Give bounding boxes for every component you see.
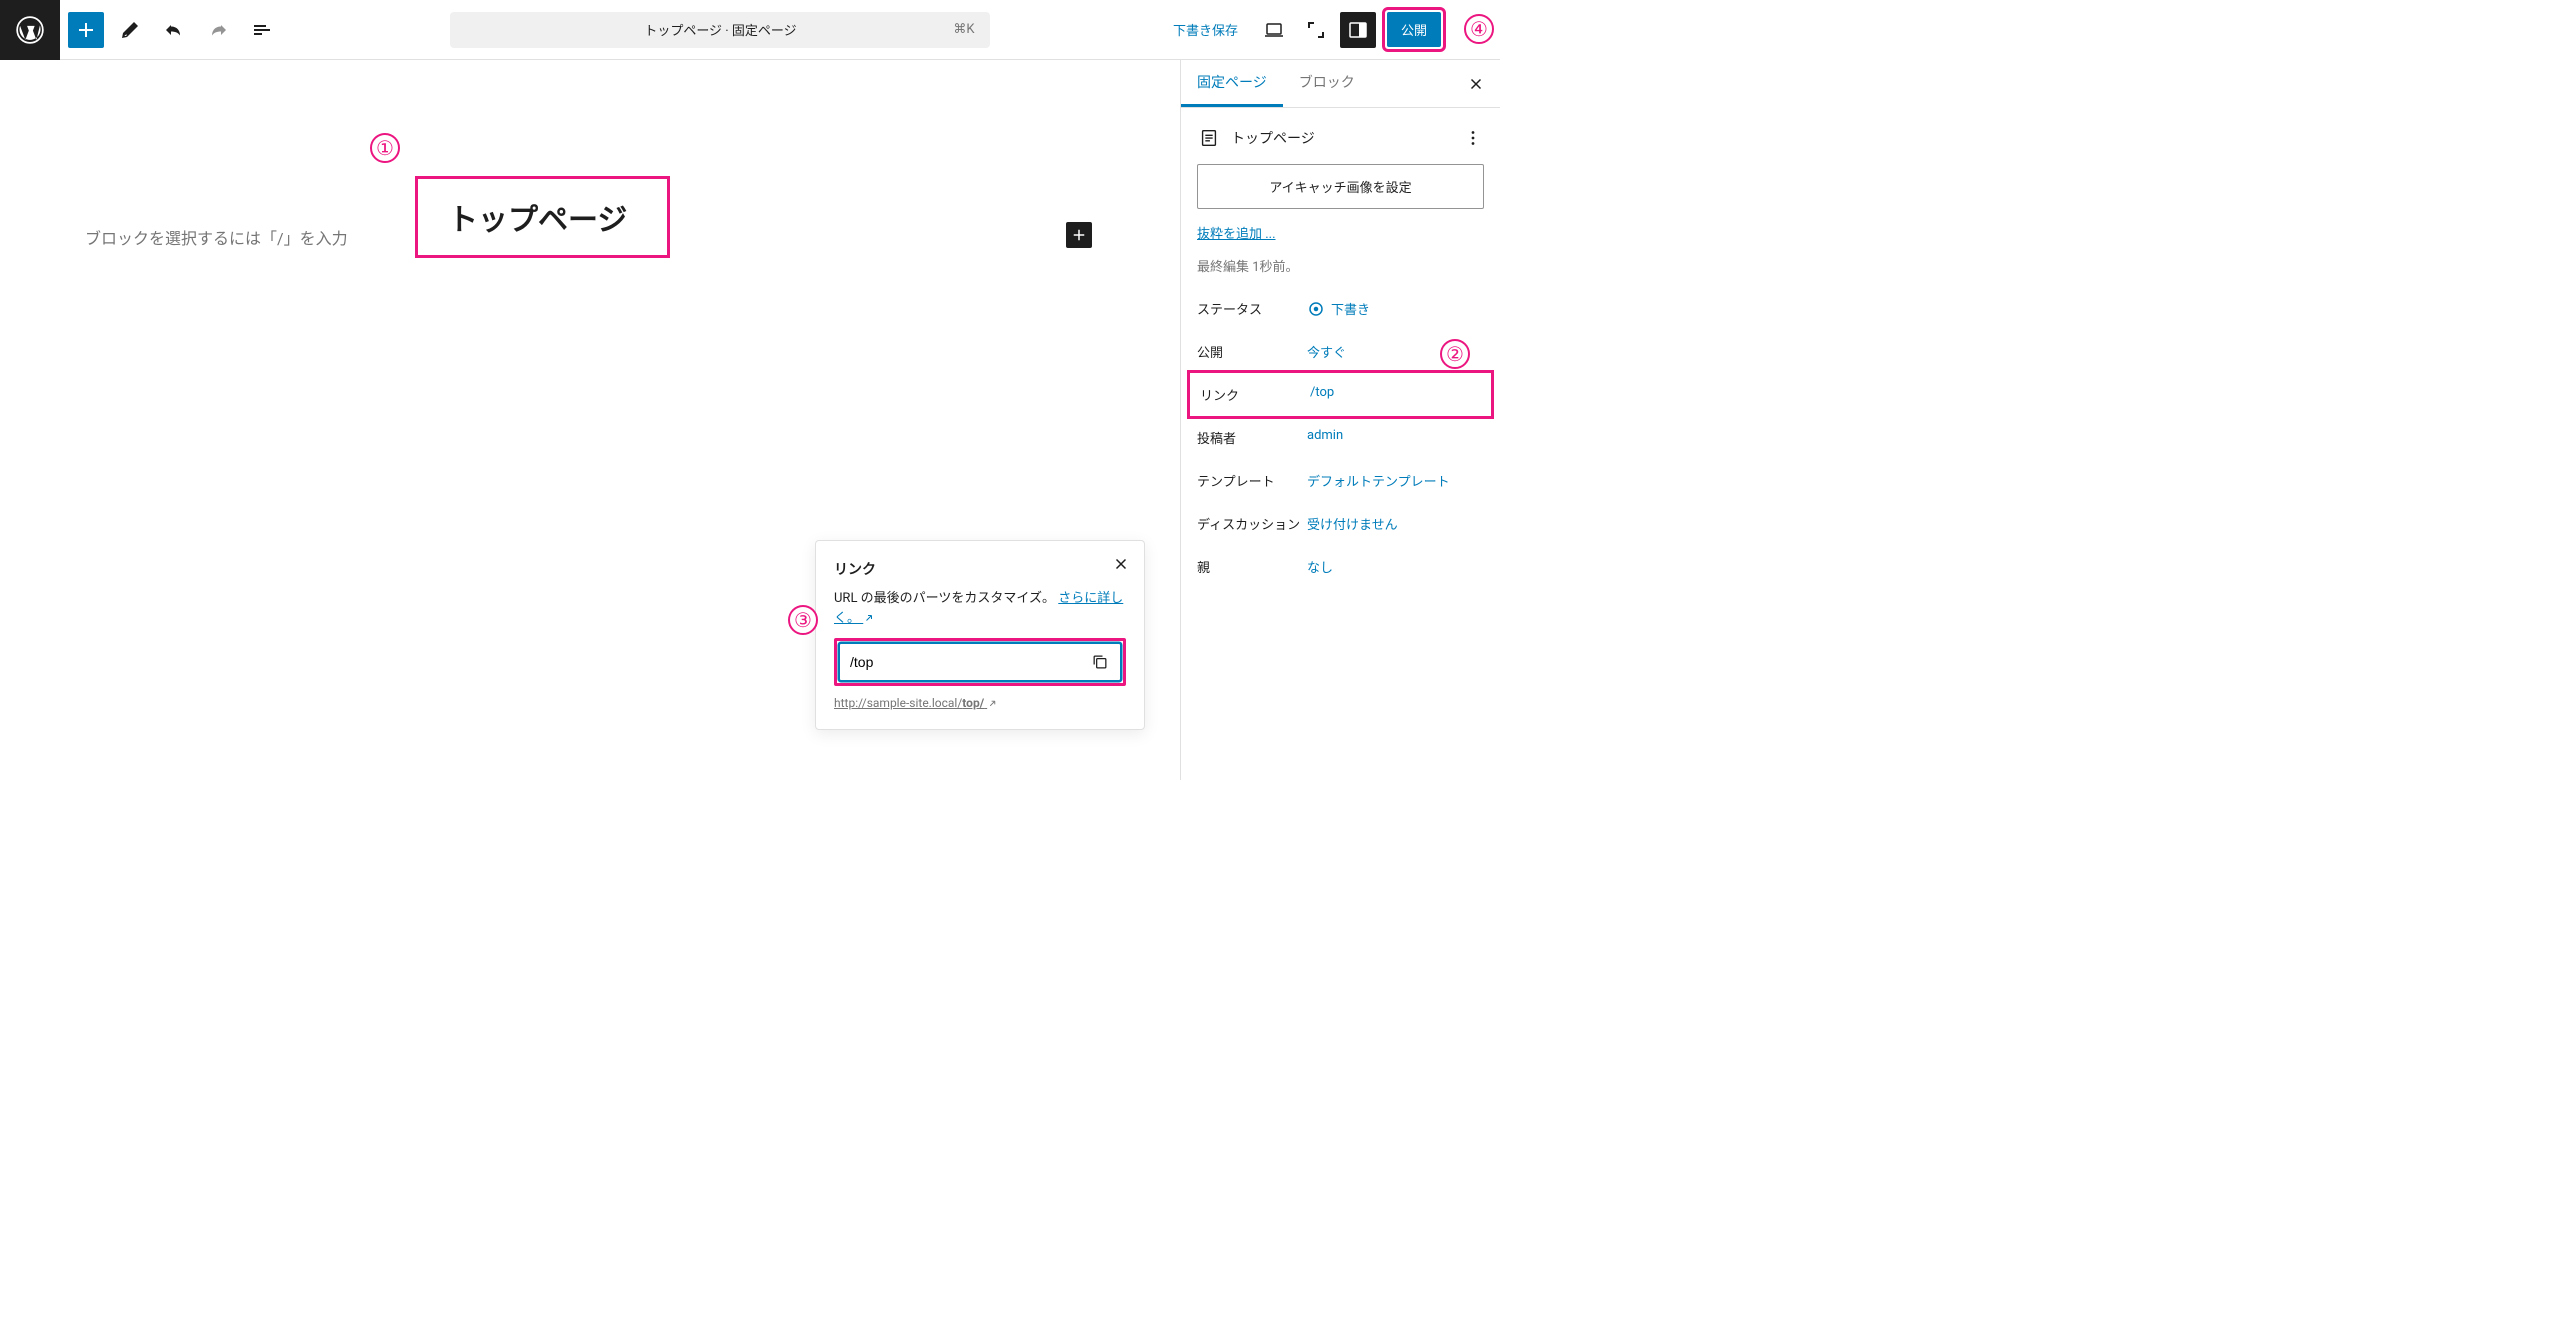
pencil-icon bbox=[118, 18, 142, 42]
meta-row-discussion[interactable]: ディスカッション 受け付けません bbox=[1197, 502, 1484, 545]
expand-icon bbox=[1304, 18, 1328, 42]
sidebar-icon bbox=[1346, 18, 1370, 42]
permalink-base: http://sample-site.local/ bbox=[834, 696, 962, 710]
add-excerpt-link[interactable]: 抜粋を追加 ... bbox=[1197, 223, 1276, 242]
undo-icon bbox=[162, 18, 186, 42]
meta-row-parent[interactable]: 親 なし bbox=[1197, 545, 1484, 588]
close-sidebar-button[interactable] bbox=[1452, 60, 1500, 107]
permalink-preview[interactable]: http://sample-site.local/top/ bbox=[834, 696, 998, 710]
annotation-2: ② bbox=[1440, 339, 1470, 369]
redo-button[interactable] bbox=[200, 12, 236, 48]
wordpress-icon bbox=[16, 16, 44, 44]
annotation-3: ③ bbox=[788, 605, 818, 635]
main-layout: トップページ ブロックを選択するには「/」を入力 リンク URL の最後のパーツ… bbox=[0, 60, 1500, 780]
template-label: テンプレート bbox=[1197, 471, 1307, 490]
toolbar-right-group: 下書き保存 公開 bbox=[1161, 7, 1500, 52]
status-label: ステータス bbox=[1197, 299, 1307, 318]
publish-highlight: 公開 bbox=[1382, 7, 1446, 52]
plus-icon bbox=[1070, 226, 1088, 244]
document-title-bar[interactable]: トップページ · 固定ページ ⌘K bbox=[450, 12, 990, 48]
status-value[interactable]: 下書き bbox=[1307, 299, 1484, 318]
discussion-value[interactable]: 受け付けません bbox=[1307, 514, 1484, 533]
page-title[interactable]: トップページ bbox=[448, 195, 627, 239]
discussion-label: ディスカッション bbox=[1197, 514, 1307, 533]
settings-sidebar-toggle[interactable] bbox=[1340, 12, 1376, 48]
desc-text: URL の最後のパーツをカスタマイズ。 bbox=[834, 591, 1055, 606]
redo-icon bbox=[206, 18, 230, 42]
parent-value[interactable]: なし bbox=[1307, 557, 1484, 576]
add-block-button[interactable] bbox=[68, 12, 104, 48]
plus-icon bbox=[74, 18, 98, 42]
close-icon bbox=[1467, 75, 1485, 93]
undo-button[interactable] bbox=[156, 12, 192, 48]
meta-row-template[interactable]: テンプレート デフォルトテンプレート bbox=[1197, 459, 1484, 502]
external-link-icon bbox=[863, 612, 875, 624]
publish-button[interactable]: 公開 bbox=[1387, 12, 1441, 47]
close-icon bbox=[1112, 555, 1130, 573]
meta-row-author[interactable]: 投稿者 admin bbox=[1197, 416, 1484, 459]
page-title-highlight: トップページ bbox=[415, 176, 670, 258]
link-label: リンク bbox=[1200, 385, 1310, 404]
document-title: トップページ · 固定ページ bbox=[644, 20, 796, 39]
editor-canvas[interactable]: トップページ ブロックを選択するには「/」を入力 リンク URL の最後のパーツ… bbox=[0, 60, 1180, 780]
link-popover-description: URL の最後のパーツをカスタマイズ。 さらに詳しく。 bbox=[834, 589, 1126, 628]
author-label: 投稿者 bbox=[1197, 428, 1307, 447]
editor-toolbar: トップページ · 固定ページ ⌘K 下書き保存 公開 bbox=[0, 0, 1500, 60]
block-placeholder[interactable]: ブロックを選択するには「/」を入力 bbox=[85, 225, 348, 249]
template-value[interactable]: デフォルトテンプレート bbox=[1307, 471, 1484, 490]
permalink-slug: top/ bbox=[962, 696, 984, 710]
list-icon bbox=[250, 18, 274, 42]
slug-input[interactable] bbox=[850, 654, 1090, 670]
close-popover-button[interactable] bbox=[1112, 555, 1130, 573]
inline-add-block-button[interactable] bbox=[1066, 222, 1092, 248]
edit-mode-button[interactable] bbox=[112, 12, 148, 48]
slug-input-highlight bbox=[834, 638, 1126, 686]
laptop-icon bbox=[1262, 18, 1286, 42]
keyboard-shortcut: ⌘K bbox=[953, 22, 974, 37]
toolbar-center: トップページ · 固定ページ ⌘K bbox=[280, 12, 1161, 48]
publish-label: 公開 bbox=[1197, 342, 1307, 361]
meta-row-status[interactable]: ステータス 下書き bbox=[1197, 287, 1484, 330]
page-icon bbox=[1197, 126, 1221, 150]
dots-vertical-icon bbox=[1462, 127, 1484, 149]
annotation-4: ④ bbox=[1464, 14, 1494, 44]
save-draft-button[interactable]: 下書き保存 bbox=[1161, 14, 1250, 45]
sidebar-tabs: 固定ページ ブロック bbox=[1181, 60, 1500, 108]
settings-sidebar: 固定ページ ブロック トップページ アイキャッチ画像を設定 抜粋を追加 ... bbox=[1180, 60, 1500, 780]
author-value[interactable]: admin bbox=[1307, 428, 1484, 447]
link-popover-title: リンク bbox=[834, 559, 1126, 579]
tab-page[interactable]: 固定ページ bbox=[1181, 60, 1283, 107]
tab-block[interactable]: ブロック bbox=[1283, 60, 1371, 107]
preview-button[interactable] bbox=[1256, 12, 1292, 48]
summary-header: トップページ bbox=[1197, 124, 1484, 164]
wordpress-logo[interactable] bbox=[0, 0, 60, 60]
document-overview-button[interactable] bbox=[244, 12, 280, 48]
copy-icon[interactable] bbox=[1090, 652, 1110, 672]
parent-label: 親 bbox=[1197, 557, 1307, 576]
meta-row-link[interactable]: リンク /top bbox=[1187, 370, 1494, 419]
slug-input-wrapper bbox=[839, 643, 1121, 681]
toolbar-left-group bbox=[60, 12, 280, 48]
last-edited-text: 最終編集 1秒前。 bbox=[1197, 256, 1484, 275]
link-value[interactable]: /top bbox=[1310, 385, 1481, 404]
summary-more-button[interactable] bbox=[1462, 127, 1484, 149]
set-featured-image-button[interactable]: アイキャッチ画像を設定 bbox=[1197, 164, 1484, 209]
status-value-text: 下書き bbox=[1331, 299, 1370, 318]
draft-status-icon bbox=[1307, 300, 1325, 318]
annotation-1: ① bbox=[370, 133, 400, 163]
summary-title: トップページ bbox=[1231, 128, 1315, 148]
external-link-icon bbox=[987, 698, 998, 709]
view-button[interactable] bbox=[1298, 12, 1334, 48]
link-popover: リンク URL の最後のパーツをカスタマイズ。 さらに詳しく。 http://s… bbox=[815, 540, 1145, 730]
